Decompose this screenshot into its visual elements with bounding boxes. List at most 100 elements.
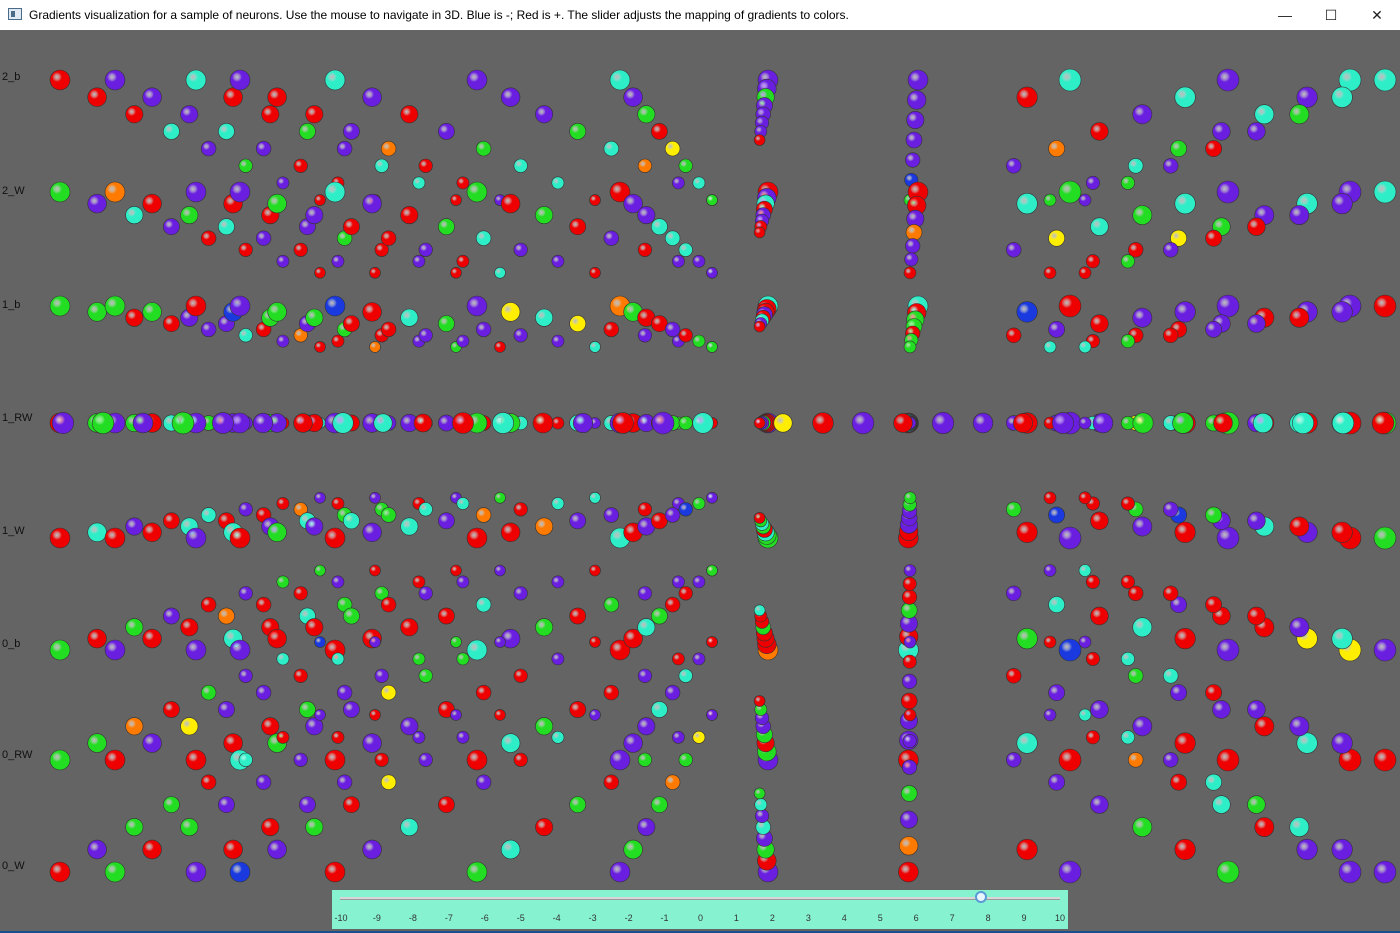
neuron-sphere	[589, 564, 601, 577]
maximize-button[interactable]: ☐	[1308, 0, 1354, 30]
neuron-sphere	[753, 604, 766, 617]
neuron-sphere	[1205, 229, 1223, 247]
neuron-sphere	[651, 218, 668, 236]
neuron-sphere	[369, 341, 381, 353]
neuron-sphere	[342, 796, 360, 814]
close-button[interactable]: ✕	[1354, 0, 1400, 30]
neuron-sphere	[475, 774, 492, 790]
neuron-sphere	[200, 507, 217, 523]
neuron-sphere	[1016, 627, 1038, 650]
slider-tick-label: 7	[949, 913, 955, 923]
neuron-sphere	[51, 411, 74, 434]
neuron-sphere	[1058, 526, 1082, 550]
neuron-sphere	[305, 618, 324, 637]
color-mapping-slider[interactable]: -10 -9 -8 -7 -6 -5 -4 -3 -2 -1 0 1 2 3 4 5 6 7 8 9 10	[332, 890, 1068, 929]
3d-viewport[interactable]: 2_b 2_W 1_b 1_RW 1_W 0_b 0_RW 0_W -10 -9-…	[0, 30, 1400, 931]
window-title: Gradients visualization for a sample of …	[29, 8, 849, 22]
neuron-sphere	[200, 321, 217, 338]
slider-track[interactable]	[340, 897, 1060, 900]
neuron-sphere	[513, 752, 528, 767]
neuron-sphere	[637, 717, 656, 736]
neuron-sphere	[901, 759, 918, 775]
neuron-sphere	[1120, 730, 1135, 745]
neuron-sphere	[637, 502, 653, 517]
neuron-sphere	[589, 194, 601, 206]
neuron-sphere	[1132, 716, 1153, 737]
neuron-scene[interactable]	[0, 30, 1400, 931]
neuron-sphere	[293, 586, 308, 601]
neuron-sphere	[1174, 301, 1196, 323]
neuron-sphere	[1162, 327, 1179, 343]
neuron-sphere	[1016, 521, 1038, 543]
neuron-sphere	[906, 111, 925, 130]
neuron-sphere	[1170, 140, 1188, 158]
neuron-sphere	[1078, 193, 1092, 207]
neuron-sphere	[1373, 526, 1397, 550]
neuron-sphere	[1289, 205, 1310, 226]
neuron-sphere	[492, 412, 514, 434]
neuron-sphere	[1048, 773, 1066, 791]
neuron-sphere	[623, 87, 643, 107]
neuron-sphere	[1058, 68, 1082, 92]
neuron-sphere	[49, 749, 71, 771]
neuron-sphere	[500, 522, 521, 542]
slider-tick-label: -1	[660, 913, 669, 923]
neuron-sphere	[494, 564, 506, 577]
neuron-sphere	[1043, 635, 1057, 649]
neuron-sphere	[1016, 732, 1038, 754]
neuron-sphere	[1127, 752, 1144, 768]
neuron-sphere	[452, 412, 474, 434]
neuron-sphere	[91, 411, 115, 435]
neuron-sphere	[1247, 700, 1266, 719]
neuron-sphere	[450, 636, 462, 648]
neuron-sphere	[678, 242, 693, 257]
neuron-sphere	[903, 491, 917, 505]
neuron-sphere	[1216, 638, 1240, 662]
neuron-sphere	[637, 328, 653, 343]
neuron-sphere	[437, 512, 455, 530]
neuron-sphere	[1132, 412, 1154, 434]
neuron-sphere	[305, 517, 324, 536]
neuron-sphere	[255, 596, 272, 613]
neuron-sphere	[475, 230, 492, 246]
neuron-sphere	[664, 596, 681, 613]
neuron-sphere	[1005, 158, 1022, 174]
neuron-sphere	[369, 709, 381, 721]
neuron-sphere	[753, 417, 766, 429]
neuron-sphere	[324, 749, 346, 771]
neuron-sphere	[1247, 314, 1266, 333]
neuron-sphere	[904, 252, 919, 267]
neuron-sphere	[1090, 314, 1109, 333]
neuron-sphere	[903, 708, 917, 722]
neuron-sphere	[535, 717, 554, 736]
neuron-sphere	[1090, 795, 1109, 814]
neuron-sphere	[418, 752, 433, 767]
neuron-sphere	[212, 412, 234, 434]
neuron-sphere	[1058, 180, 1082, 204]
neuron-sphere	[1078, 564, 1092, 577]
neuron-sphere	[500, 302, 521, 322]
neuron-sphere	[142, 733, 162, 753]
neuron-sphere	[342, 607, 360, 625]
neuron-sphere	[1289, 817, 1310, 838]
neuron-sphere	[400, 818, 419, 837]
neuron-sphere	[1212, 122, 1231, 141]
neuron-sphere	[293, 242, 308, 257]
neuron-sphere	[1247, 795, 1266, 814]
slider-tick-label: -7	[444, 913, 453, 923]
neuron-sphere	[651, 607, 668, 625]
neuron-sphere	[1216, 526, 1240, 550]
neuron-sphere	[324, 181, 346, 203]
neuron-sphere	[535, 818, 554, 837]
neuron-sphere	[603, 321, 619, 338]
slider-thumb[interactable]	[974, 891, 987, 903]
minimize-button[interactable]: —	[1262, 0, 1308, 30]
neuron-sphere	[238, 502, 253, 517]
neuron-sphere	[905, 238, 921, 254]
neuron-sphere	[369, 564, 381, 577]
neuron-sphere	[314, 267, 326, 279]
neuron-sphere	[1338, 860, 1362, 884]
neuron-sphere	[342, 701, 360, 718]
neuron-sphere	[1247, 122, 1266, 141]
row-label-1b: 1_b	[2, 299, 21, 311]
